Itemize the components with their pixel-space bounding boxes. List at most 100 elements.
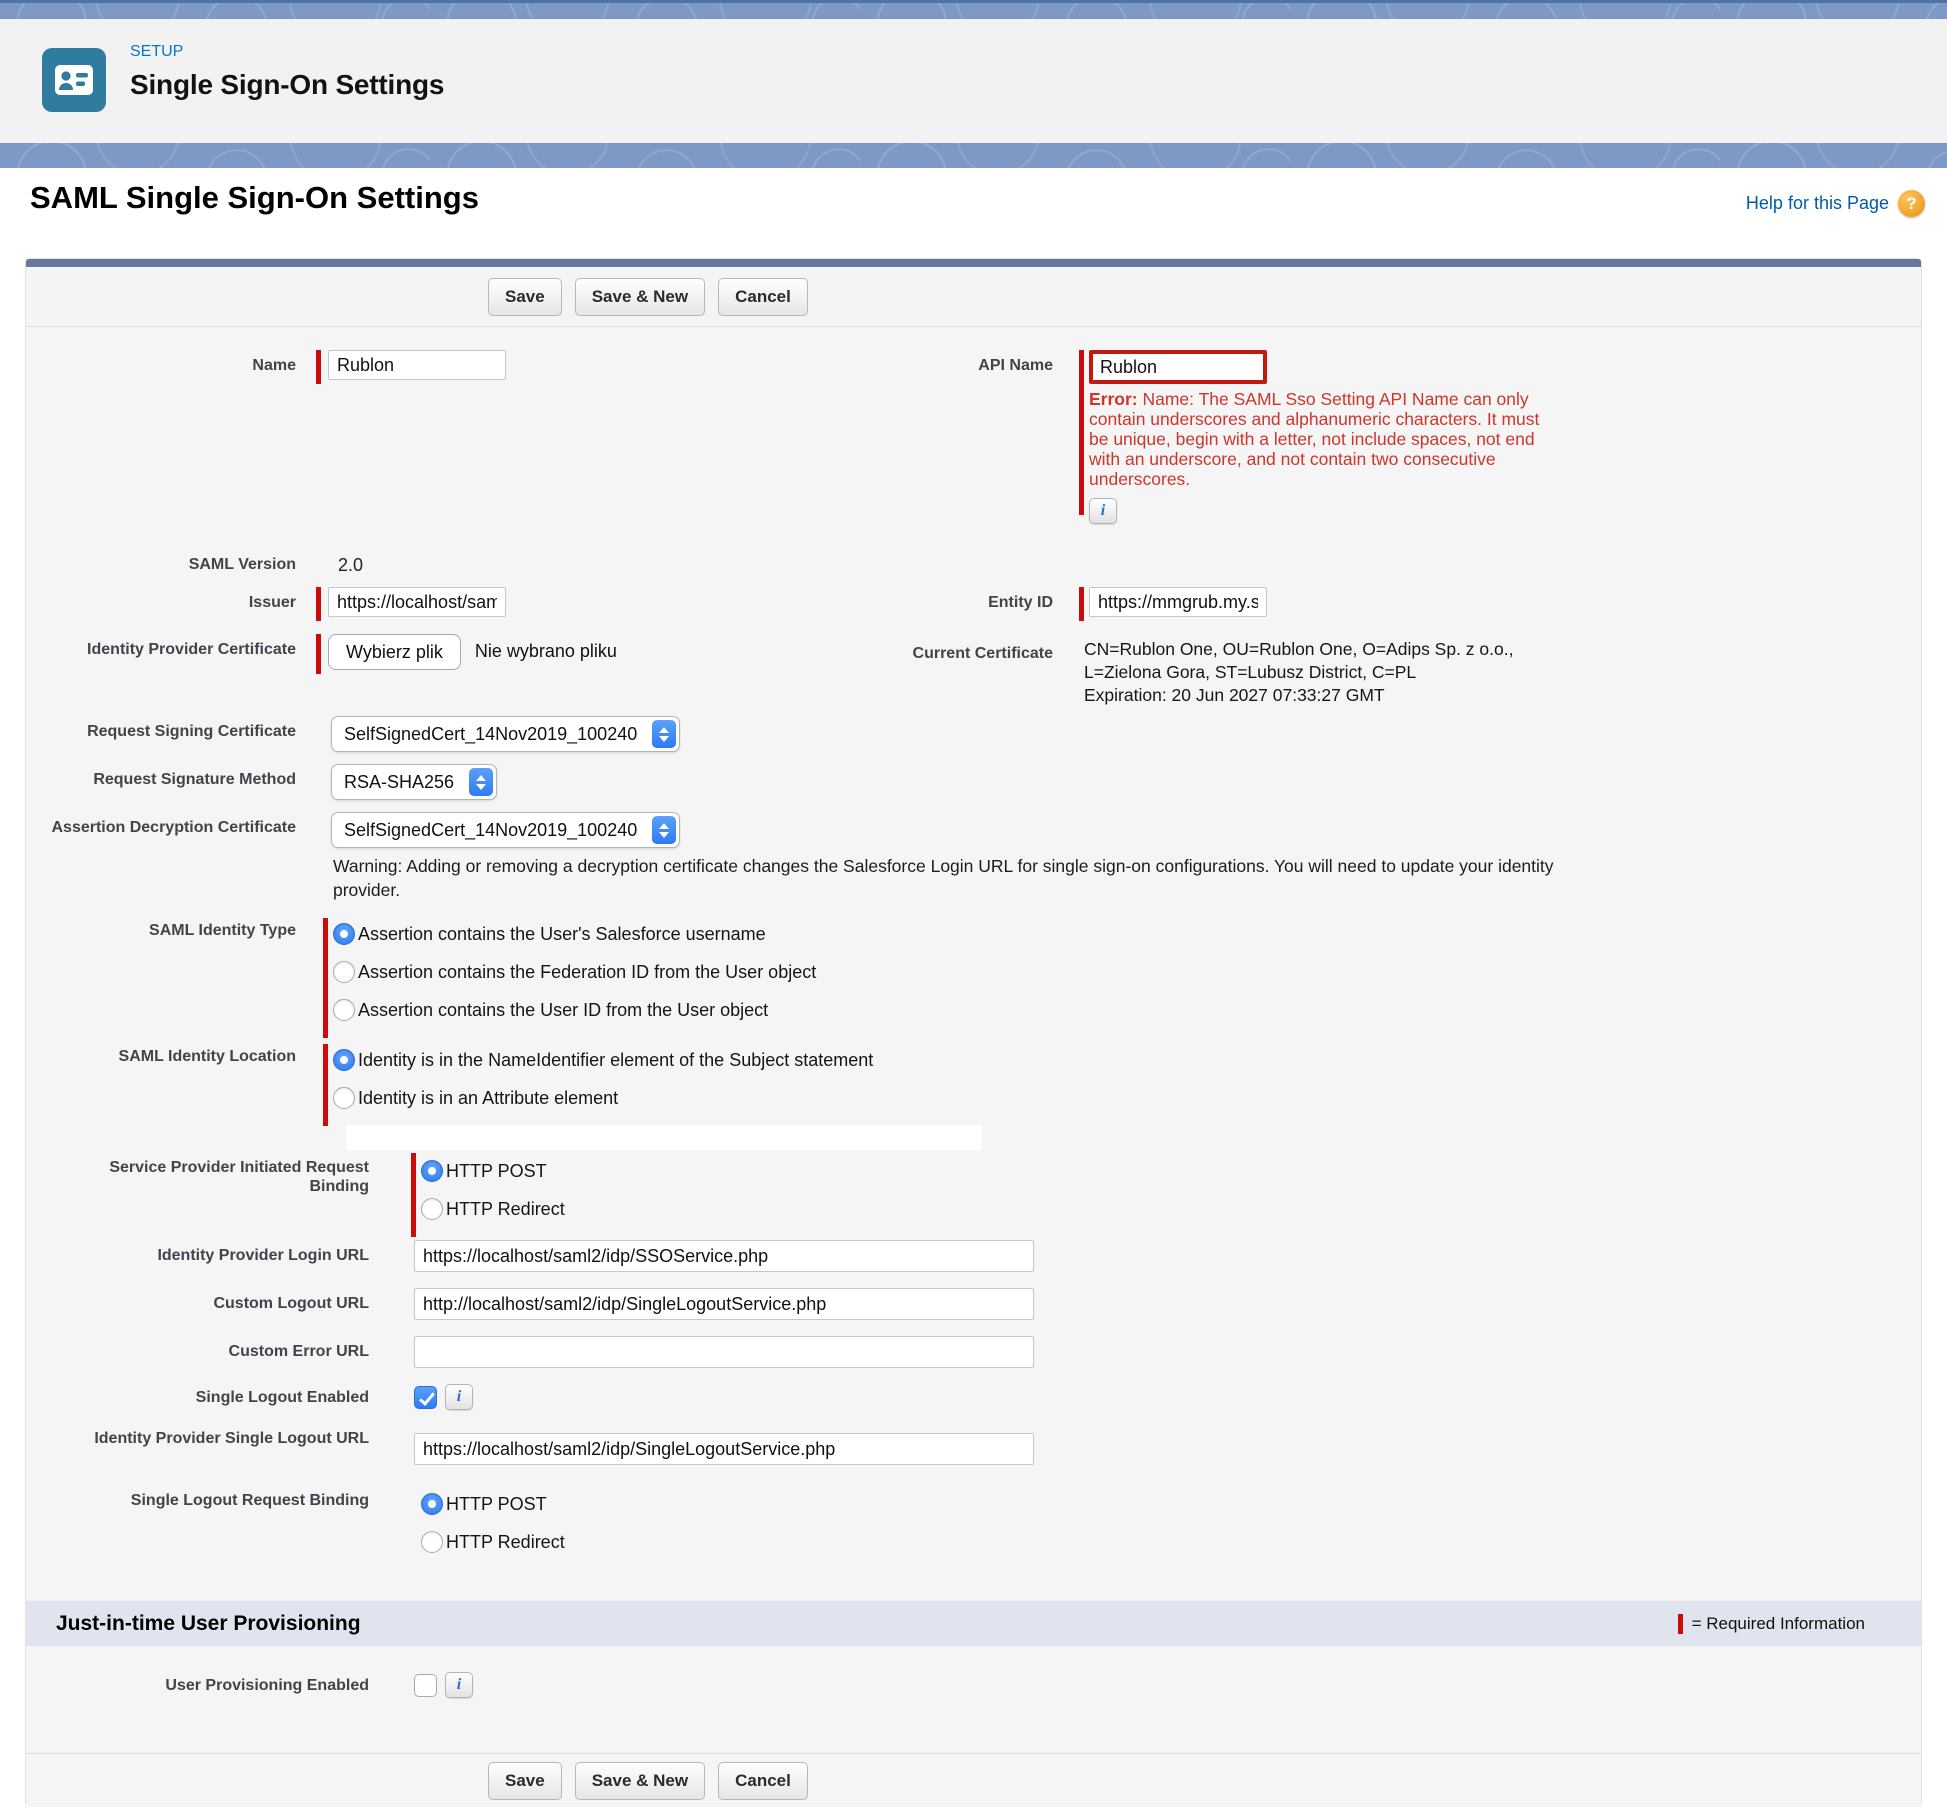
select-chevrons-icon[interactable] [652,816,676,844]
save-new-button-top[interactable]: Save & New [575,278,705,316]
identity-type-option-federation-id[interactable]: Assertion contains the Federation ID fro… [333,953,816,991]
api-name-block: API Name Error: Name: The SAML Sso Setti… [681,350,1557,524]
radio-icon[interactable] [333,1049,355,1071]
identity-location-option-nameidentifier[interactable]: Identity is in the NameIdentifier elemen… [333,1041,873,1079]
required-bar [1678,1614,1683,1634]
cancel-button-top[interactable]: Cancel [718,278,808,316]
redacted-strip [346,1125,982,1150]
single-logout-request-binding-row: Single Logout Request Binding HTTP POST … [26,1485,565,1561]
bottom-button-bar: Save Save & New Cancel [26,1753,1921,1807]
required-bar [323,918,328,1038]
saml-identity-type-label: SAML Identity Type [26,915,296,940]
api-name-input[interactable] [1089,350,1267,384]
radio-icon[interactable] [421,1531,443,1553]
select-chevrons-icon[interactable] [469,768,493,796]
idp-single-logout-url-label: Identity Provider Single Logout URL [26,1423,369,1448]
idp-login-url-input[interactable] [414,1240,1034,1272]
request-signature-method-label: Request Signature Method [26,764,296,789]
slo-binding-option-http-post[interactable]: HTTP POST [421,1485,565,1523]
slo-binding-option-http-redirect[interactable]: HTTP Redirect [421,1523,565,1561]
required-bar [323,1044,328,1126]
saml-identity-location-label: SAML Identity Location [26,1041,296,1066]
saml-identity-location-row: SAML Identity Location Identity is in th… [26,1041,873,1126]
sso-settings-icon [42,48,106,112]
jit-provisioning-section-header: Just-in-time User Provisioning = Require… [26,1600,1921,1646]
idp-login-url-row: Identity Provider Login URL [26,1240,1034,1272]
top-decor-band [0,0,1947,19]
assertion-decryption-certificate-row: Assertion Decryption Certificate SelfSig… [26,812,680,848]
saml-identity-type-row: SAML Identity Type Assertion contains th… [26,915,816,1038]
idp-single-logout-url-input[interactable] [414,1433,1034,1465]
required-bar [1079,350,1084,515]
info-icon[interactable]: i [445,1384,473,1410]
assertion-decryption-certificate-select[interactable]: SelfSignedCert_14Nov2019_100240 [331,812,680,848]
single-logout-request-binding-label: Single Logout Request Binding [26,1485,369,1510]
issuer-input[interactable] [328,587,506,617]
required-bar [316,587,321,621]
saml-version-label: SAML Version [26,549,296,574]
request-signing-certificate-label: Request Signing Certificate [26,716,296,741]
radio-icon[interactable] [333,1087,355,1109]
file-status-text: Nie wybrano pliku [475,634,617,662]
identity-type-option-username[interactable]: Assertion contains the User's Salesforce… [333,915,816,953]
info-icon[interactable]: i [445,1672,473,1698]
save-new-button-bottom[interactable]: Save & New [575,1762,705,1800]
section-title: Just-in-time User Provisioning [56,1612,361,1636]
page-head: SAML Single Sign-On Settings Help for th… [0,168,1947,258]
single-logout-enabled-checkbox[interactable] [414,1386,437,1409]
assertion-decryption-certificate-label: Assertion Decryption Certificate [26,812,296,837]
name-row: Name [26,350,506,384]
page-title: SAML Single Sign-On Settings [30,180,479,216]
entity-id-input[interactable] [1089,587,1267,617]
radio-icon[interactable] [421,1160,443,1182]
help-link[interactable]: Help for this Page [1746,193,1889,214]
setup-header: SETUP Single Sign-On Settings [0,19,1947,143]
radio-icon[interactable] [421,1493,443,1515]
saml-version-row: SAML Version 2.0 [26,549,363,576]
required-information-legend: = Required Information [1678,1614,1865,1634]
sp-request-binding-row: Service Provider Initiated Request Bindi… [26,1152,565,1237]
sp-binding-option-http-post[interactable]: HTTP POST [421,1152,565,1190]
single-logout-enabled-row: Single Logout Enabled i [26,1382,473,1410]
request-signature-method-row: Request Signature Method RSA-SHA256 [26,764,497,800]
setup-breadcrumb: SETUP [130,43,444,61]
certificate-subject: CN=Rublon One, OU=Rublon One, O=Adips Sp… [1084,638,1562,684]
select-chevrons-icon[interactable] [652,720,676,748]
choose-file-button[interactable]: Wybierz plik [328,634,461,670]
custom-error-url-label: Custom Error URL [26,1336,369,1361]
top-button-bar: Save Save & New Cancel [26,267,1921,327]
sp-binding-option-http-redirect[interactable]: HTTP Redirect [421,1190,565,1228]
save-button-bottom[interactable]: Save [488,1762,562,1800]
cancel-button-bottom[interactable]: Cancel [718,1762,808,1800]
certificate-expiration: Expiration: 20 Jun 2027 07:33:27 GMT [1084,684,1562,707]
identity-type-option-user-id[interactable]: Assertion contains the User ID from the … [333,991,816,1029]
card-top-accent-bar [26,259,1921,267]
user-provisioning-label: User Provisioning Enabled [26,1670,369,1695]
custom-error-url-input[interactable] [414,1336,1034,1368]
save-button-top[interactable]: Save [488,278,562,316]
custom-logout-url-input[interactable] [414,1288,1034,1320]
custom-error-url-row: Custom Error URL [26,1336,1034,1368]
request-signing-certificate-select[interactable]: SelfSignedCert_14Nov2019_100240 [331,716,680,752]
radio-icon[interactable] [333,923,355,945]
custom-logout-url-label: Custom Logout URL [26,1288,369,1313]
radio-icon[interactable] [421,1198,443,1220]
header-title: Single Sign-On Settings [130,69,444,101]
mid-decor-band [0,143,1947,168]
entity-id-label: Entity ID [681,587,1053,612]
current-certificate-block: Current Certificate CN=Rublon One, OU=Ru… [681,638,1562,707]
required-bar [411,1153,416,1237]
idp-login-url-label: Identity Provider Login URL [26,1240,369,1265]
info-icon[interactable]: i [1089,498,1117,524]
radio-icon[interactable] [333,999,355,1021]
request-signature-method-select[interactable]: RSA-SHA256 [331,764,497,800]
decryption-warning-row: Warning: Adding or removing a decryption… [26,854,1561,902]
name-input[interactable] [328,350,506,380]
identity-location-option-attribute[interactable]: Identity is in an Attribute element [333,1079,873,1117]
user-provisioning-checkbox[interactable] [414,1674,437,1697]
help-question-icon[interactable]: ? [1898,190,1925,217]
current-certificate-label: Current Certificate [681,638,1053,663]
radio-icon[interactable] [333,961,355,983]
idp-certificate-label: Identity Provider Certificate [26,634,296,659]
saml-version-value: 2.0 [338,549,363,576]
